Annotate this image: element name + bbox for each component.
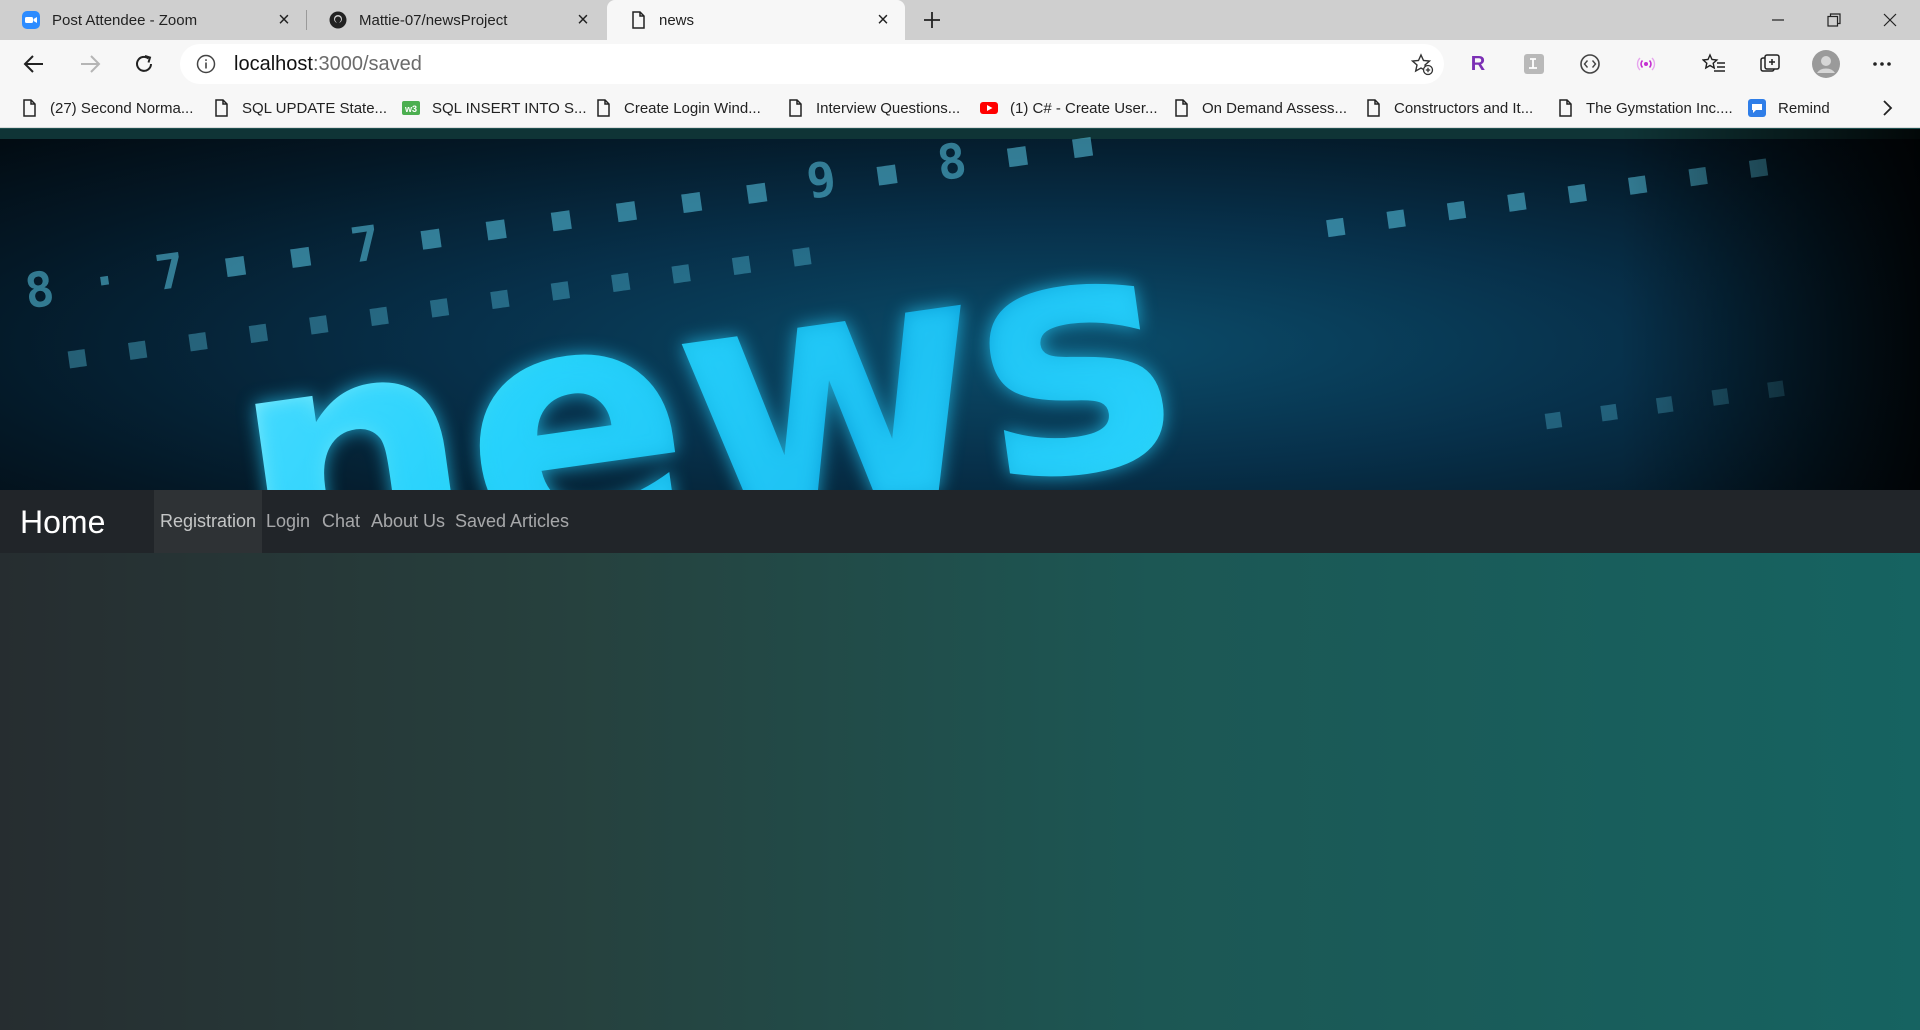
restore-icon	[1827, 13, 1841, 27]
bookmark-item[interactable]: (1) C# - Create User...	[980, 88, 1158, 128]
close-icon[interactable]: ×	[571, 8, 595, 32]
new-tab-button[interactable]	[916, 4, 948, 36]
nav-link-about-us[interactable]: About Us	[371, 490, 445, 553]
settings-menu-button[interactable]	[1866, 48, 1898, 80]
bookmark-item[interactable]: Constructors and It...	[1364, 88, 1533, 128]
extension-translate-button[interactable]	[1518, 48, 1550, 80]
bookmark-label: Create Login Wind...	[624, 99, 761, 117]
bookmark-label: (27) Second Norma...	[50, 99, 194, 117]
tab-github[interactable]: Mattie-07/newsProject ×	[307, 0, 605, 40]
tab-news[interactable]: news ×	[607, 0, 905, 40]
nav-link-registration[interactable]: Registration	[154, 490, 263, 553]
bookmarks-bar: (27) Second Norma... SQL UPDATE State...…	[0, 88, 1920, 128]
bookmark-item[interactable]: On Demand Assess...	[1172, 88, 1347, 128]
minimize-icon	[1772, 19, 1784, 21]
page-icon	[1175, 99, 1188, 117]
bookmark-item[interactable]: Remind	[1748, 88, 1830, 128]
remind-icon	[1748, 99, 1766, 117]
arrow-left-icon	[23, 55, 43, 73]
chevron-right-icon[interactable]	[1878, 98, 1896, 118]
collections-button[interactable]	[1754, 48, 1786, 80]
page-icon	[1559, 99, 1572, 117]
page-icon	[215, 99, 228, 117]
page-icon	[789, 99, 802, 117]
forward-button[interactable]	[72, 48, 108, 80]
info-icon	[196, 54, 216, 74]
nav-link-login[interactable]: Login	[266, 490, 310, 553]
favorites-list-icon	[1702, 53, 1725, 72]
nav-link-saved-articles[interactable]: Saved Articles	[455, 490, 569, 553]
url-path: :3000/saved	[312, 53, 422, 75]
youtube-icon	[980, 102, 998, 114]
page-icon	[23, 99, 36, 117]
tab-zoom[interactable]: Post Attendee - Zoom ×	[0, 0, 306, 40]
zoom-icon	[22, 11, 40, 29]
extension-broadcast-button[interactable]	[1630, 48, 1662, 80]
bookmark-item[interactable]: (27) Second Norma...	[20, 88, 193, 128]
bookmark-item[interactable]: The Gymstation Inc....	[1556, 88, 1733, 128]
bookmark-label: SQL INSERT INTO S...	[432, 99, 587, 117]
page-icon	[597, 99, 610, 117]
r-extension-icon: R	[1470, 52, 1486, 75]
back-button[interactable]	[16, 48, 52, 80]
close-icon[interactable]: ×	[871, 8, 895, 32]
page-body: 8 · 7 ▪ ▪ 7 ▪ ▪ ▪ ▪ ▪ ▪ 9 ▪ 8 ▪ ▪ ▪ ▪ ▪ …	[0, 129, 1920, 1030]
extension-code-button[interactable]	[1574, 48, 1606, 80]
refresh-icon	[136, 55, 152, 72]
banner-shadow	[1620, 129, 1920, 490]
plus-icon	[924, 12, 940, 28]
favorite-add-icon[interactable]	[1410, 52, 1434, 76]
address-bar[interactable]: localhost:3000/saved	[180, 44, 1444, 84]
avatar-icon	[1812, 50, 1840, 78]
close-icon[interactable]: ×	[272, 8, 296, 32]
nav-link-chat[interactable]: Chat	[322, 490, 360, 553]
browser-tab-strip: Post Attendee - Zoom × Mattie-07/newsPro…	[0, 0, 1920, 40]
extension-r-button[interactable]: R	[1462, 48, 1494, 80]
bookmark-label: Interview Questions...	[816, 99, 961, 117]
bookmark-label: Remind	[1778, 99, 1830, 117]
url-text: localhost:3000/saved	[234, 53, 422, 76]
close-window-button[interactable]	[1862, 0, 1918, 40]
bookmark-label: Constructors and It...	[1394, 99, 1534, 117]
favorites-button[interactable]	[1698, 48, 1730, 80]
collections-icon	[1760, 54, 1780, 72]
restore-button[interactable]	[1806, 0, 1862, 40]
broadcast-extension-icon	[1636, 57, 1656, 71]
page-icon	[1367, 99, 1380, 117]
more-horizontal-icon	[1873, 62, 1891, 66]
news-banner-image: 8 · 7 ▪ ▪ 7 ▪ ▪ ▪ ▪ ▪ ▪ 9 ▪ 8 ▪ ▪ ▪ ▪ ▪ …	[0, 129, 1920, 490]
bookmark-item[interactable]: Create Login Wind...	[594, 88, 761, 128]
navbar-brand-home[interactable]: Home	[20, 504, 105, 541]
bookmark-label: (1) C# - Create User...	[1010, 99, 1158, 117]
github-icon	[329, 11, 347, 29]
bookmark-item[interactable]: w3 SQL INSERT INTO S...	[402, 88, 587, 128]
w3-icon: w3	[402, 101, 420, 115]
bookmark-label: On Demand Assess...	[1202, 99, 1348, 117]
close-icon	[1883, 13, 1897, 27]
url-host: localhost	[234, 53, 313, 75]
refresh-button[interactable]	[126, 48, 162, 80]
minimize-button[interactable]	[1750, 0, 1806, 40]
tab-title: news	[659, 11, 695, 29]
site-navbar: Home Registration Login Chat About Us Sa…	[0, 490, 1920, 553]
browser-toolbar: localhost:3000/saved R	[0, 40, 1920, 88]
translate-extension-icon	[1524, 54, 1544, 74]
bookmark-item[interactable]: SQL UPDATE State...	[212, 88, 387, 128]
bookmark-item[interactable]: Interview Questions...	[786, 88, 960, 128]
tab-title: Post Attendee - Zoom	[52, 11, 198, 29]
bookmark-label: The Gymstation Inc....	[1586, 99, 1733, 117]
bookmark-label: SQL UPDATE State...	[242, 99, 388, 117]
page-icon	[632, 11, 645, 29]
profile-button[interactable]	[1810, 48, 1842, 80]
svg-text:w3: w3	[404, 104, 417, 114]
arrow-right-icon	[81, 55, 101, 73]
tab-title: Mattie-07/newsProject	[359, 11, 508, 29]
code-extension-icon	[1580, 54, 1600, 74]
